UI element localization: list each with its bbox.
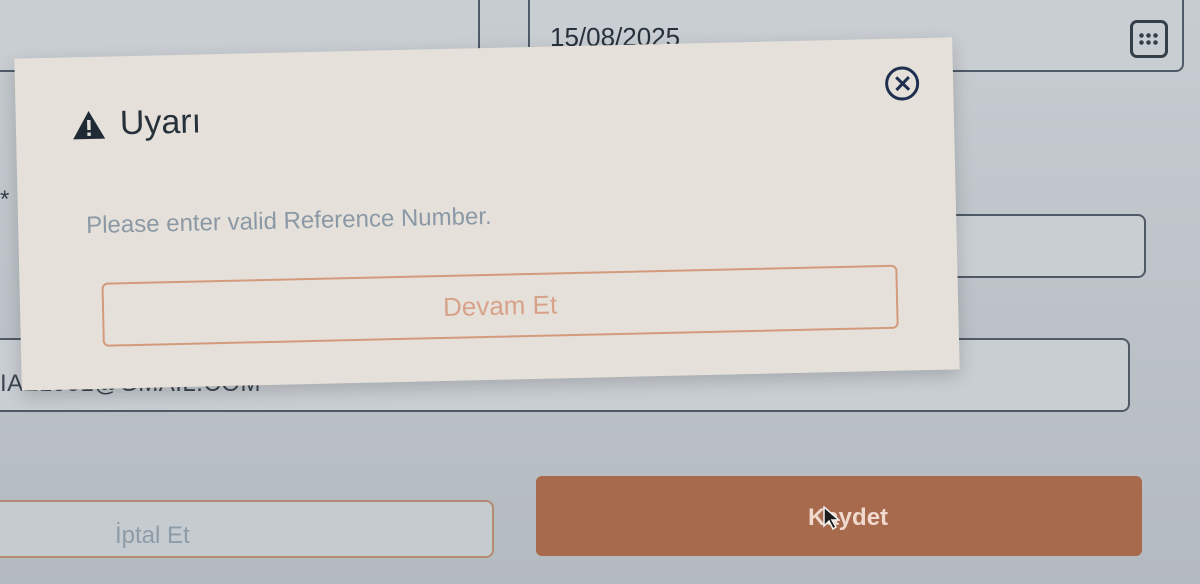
warning-dialog: Uyarı Please enter valid Reference Numbe… (14, 37, 960, 391)
mouse-cursor-icon (823, 506, 840, 530)
calendar-icon[interactable] (1130, 20, 1168, 58)
cancel-button[interactable] (0, 500, 494, 558)
warning-icon (73, 110, 106, 139)
dialog-message: Please enter valid Reference Number. (85, 202, 492, 240)
close-icon[interactable] (884, 66, 920, 101)
dialog-header: Uyarı (71, 102, 201, 144)
save-button-label: Kaydet (808, 504, 889, 531)
dialog-title: Uyarı (119, 102, 202, 143)
cancel-button-label: İptal Et (115, 522, 190, 549)
continue-button-label: Devam Et (442, 288, 558, 322)
continue-button[interactable]: Devam Et (101, 264, 899, 347)
required-marker: * (0, 186, 10, 213)
